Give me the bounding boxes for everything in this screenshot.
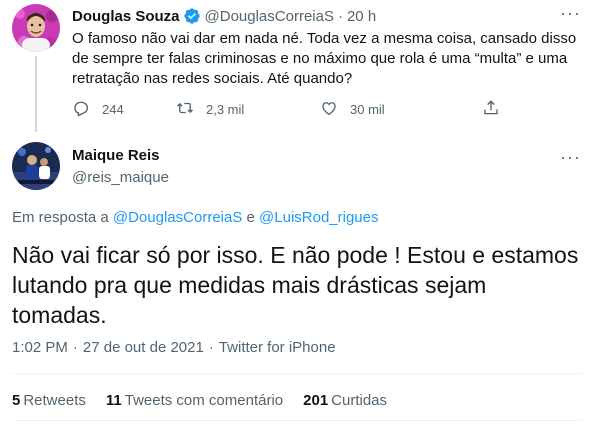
parent-tweet-time[interactable]: 20 h: [347, 8, 376, 25]
main-avatar[interactable]: [12, 142, 60, 190]
mention-link-douglas[interactable]: @DouglasCorreiaS: [113, 209, 242, 226]
reply-count: 244: [102, 101, 124, 117]
quotes-count: 11: [105, 392, 122, 409]
main-author-name[interactable]: Maique Reis: [72, 147, 160, 164]
tweet-metadata: 1:02 PM · 27 de out de 2021 · Twitter for iP…: [12, 339, 336, 356]
meta-dot: ·: [208, 339, 214, 356]
tweet-source[interactable]: Twitter for iPhone: [219, 339, 336, 356]
retweet-icon: [176, 99, 194, 120]
retweet-button[interactable]: 2,3 mil: [176, 99, 244, 120]
retweet-count: 2,3 mil: [206, 101, 245, 117]
parent-author-name[interactable]: Douglas Souza: [72, 8, 180, 25]
main-tweet: Maique Reis @reis_maique ··· Em resposta…: [0, 130, 594, 430]
parent-tweet-actions: 244 2,3 mil 30 mil: [72, 98, 512, 120]
heart-icon: [320, 99, 338, 120]
reply-conjunction: e: [242, 209, 260, 226]
main-tweet-text: Não vai ficar só por isso. E não pode ! …: [12, 242, 579, 328]
parent-tweet[interactable]: Douglas Souza @DouglasCorreiaS · 20 h ··…: [0, 0, 594, 132]
reply-prefix: Em resposta a: [12, 209, 113, 226]
thread-connector-line: [35, 56, 37, 132]
parent-tweet-text: O famoso não vai dar em nada né. Toda ve…: [72, 30, 577, 87]
parent-tweet-header: Douglas Souza @DouglasCorreiaS · 20 h: [72, 6, 376, 26]
like-button[interactable]: 30 mil: [282, 99, 385, 120]
header-separator: ·: [337, 7, 343, 25]
like-count: 30 mil: [350, 101, 385, 117]
engagement-stats: 5 Retweets 11 Tweets com comentário 201 Cur…: [12, 392, 407, 409]
parent-author-handle[interactable]: @DouglasCorreiaS: [205, 8, 334, 25]
reply-icon: [72, 99, 90, 120]
main-author-handle[interactable]: @reis_maique: [72, 169, 169, 186]
reply-button[interactable]: 244: [72, 99, 124, 120]
verified-badge-icon: [183, 7, 201, 25]
retweets-label: Retweets: [23, 392, 86, 409]
quotes-stat[interactable]: 11 Tweets com comentário: [106, 392, 283, 409]
quotes-label: Tweets com comentário: [124, 392, 284, 409]
mention-link-luis[interactable]: @LuisRod_rigues: [259, 209, 378, 226]
share-button[interactable]: [482, 99, 500, 120]
retweets-stat[interactable]: 5 Retweets: [12, 392, 86, 409]
divider: [12, 420, 582, 421]
tweet-time[interactable]: 1:02 PM: [12, 339, 68, 356]
more-horizontal-icon[interactable]: ···: [560, 148, 581, 166]
tweet-date[interactable]: 27 de out de 2021: [83, 339, 204, 356]
likes-stat[interactable]: 201 Curtidas: [303, 392, 387, 409]
retweets-count: 5: [12, 392, 21, 409]
likes-label: Curtidas: [331, 392, 388, 409]
share-icon: [482, 99, 500, 120]
likes-count: 201: [303, 392, 329, 409]
reply-context: Em resposta a @DouglasCorreiaS e @LuisRo…: [12, 209, 379, 226]
parent-avatar[interactable]: [12, 4, 60, 52]
divider: [12, 373, 582, 374]
meta-dot: ·: [72, 339, 78, 356]
more-horizontal-icon[interactable]: ···: [560, 4, 581, 22]
